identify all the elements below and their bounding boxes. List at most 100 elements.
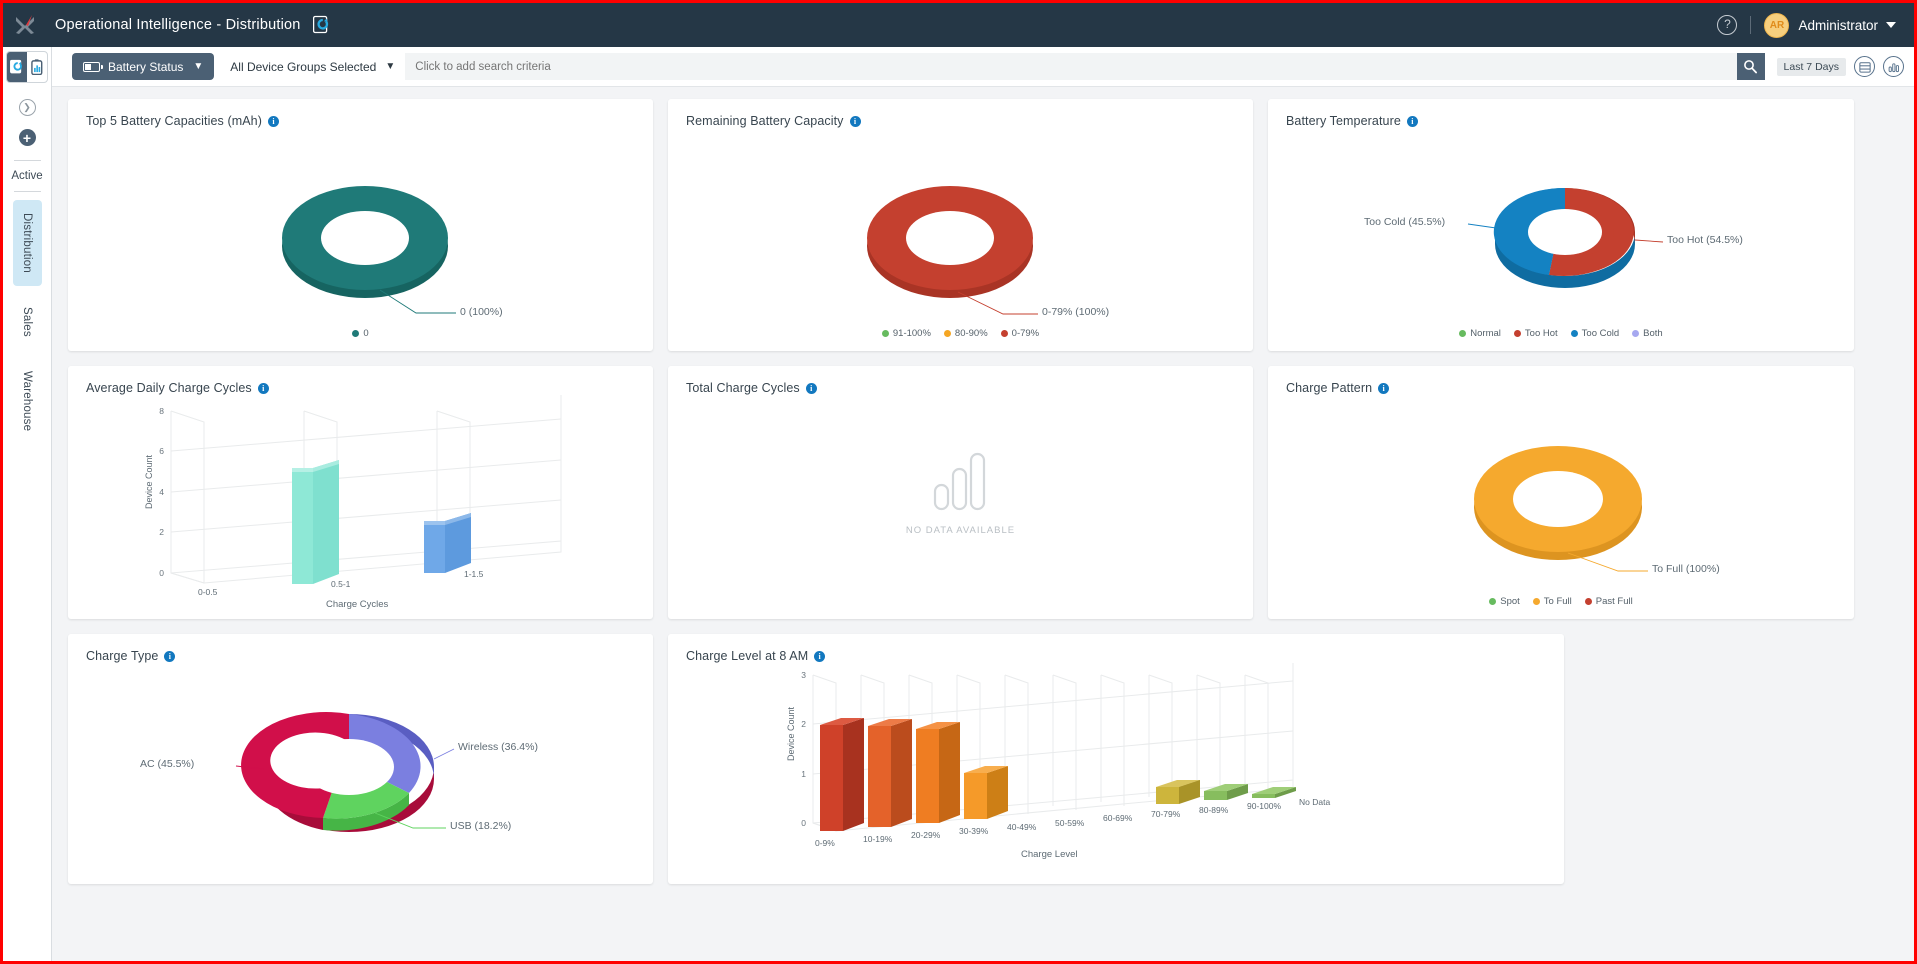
info-icon[interactable]: i (268, 115, 279, 127)
chevron-down-icon[interactable] (1886, 22, 1896, 28)
donut-chart-pattern[interactable]: To Full (100%) (1268, 395, 1854, 600)
card-title: Charge Pattern i (1268, 366, 1854, 395)
legend-item[interactable]: Both (1632, 328, 1663, 339)
no-data-placeholder: NO DATA AVAILABLE (668, 451, 1253, 536)
magnifier-icon (1744, 60, 1758, 74)
legend-item[interactable]: Normal (1459, 328, 1501, 339)
card-title-text: Battery Temperature (1286, 114, 1401, 128)
sidebar-item-label: Warehouse (21, 370, 33, 431)
donut-callout-too-hot: Too Hot (54.5%) (1667, 234, 1743, 246)
card-title-text: Average Daily Charge Cycles (86, 381, 252, 395)
card-charge-level-8am[interactable]: Charge Level at 8 AM i 3 2 1 0 0-9% 10-1… (668, 634, 1564, 884)
refresh-page-icon[interactable] (312, 15, 332, 35)
bar-chart-charge-level[interactable]: 3 2 1 0 0-9% 10-19% 20-29% 30-39% 40-49%… (668, 663, 1564, 868)
dashboard-row-2: Average Daily Charge Cycles i 8 6 4 2 0 … (68, 366, 1898, 619)
legend-item[interactable]: 0 (352, 328, 369, 339)
legend-label: 0 (363, 328, 369, 339)
sidebar-item-label: Sales (21, 306, 33, 337)
legend-color-swatch (1513, 330, 1521, 337)
info-icon[interactable]: i (164, 650, 176, 662)
legend-color-swatch (1489, 598, 1497, 605)
card-charge-type[interactable]: Charge Type i AC (45.5%) Wireless (36.4%… (68, 634, 653, 884)
search-bar: All Device Groups Selected ▼ (224, 53, 1765, 80)
y-axis-title: Device Count (786, 707, 796, 762)
svg-text:6: 6 (159, 446, 164, 456)
legend-color-swatch (1000, 330, 1008, 337)
svg-text:10-19%: 10-19% (863, 834, 893, 844)
sidebar-item-warehouse[interactable]: Warehouse (13, 358, 42, 444)
filter-toolbar: Battery Status ▼ All Device Groups Selec… (52, 47, 1914, 87)
info-icon[interactable]: i (849, 115, 861, 127)
date-range-chip[interactable]: Last 7 Days (1776, 57, 1846, 76)
legend-item[interactable]: Spot (1489, 596, 1520, 607)
donut-chart-top5[interactable]: 0 (100%) (68, 128, 653, 328)
card-title: Average Daily Charge Cycles i (68, 366, 653, 395)
card-title-text: Total Charge Cycles (686, 381, 800, 395)
info-icon[interactable]: i (805, 382, 817, 394)
card-remaining-battery-capacity[interactable]: Remaining Battery Capacity i 0-79% (100%… (668, 99, 1253, 351)
card-title-text: Remaining Battery Capacity (686, 114, 844, 128)
rail-view-toggle[interactable] (6, 51, 48, 83)
calendar-icon[interactable] (1854, 56, 1875, 77)
info-icon[interactable]: i (1406, 115, 1418, 127)
legend-item[interactable]: 91-100% (881, 328, 931, 339)
battery-chart-icon[interactable] (27, 52, 47, 82)
legend-item[interactable]: Past Full (1584, 596, 1633, 607)
legend-label: 0-79% (1011, 328, 1040, 339)
legend-label: 80-90% (954, 328, 988, 339)
device-groups-label: All Device Groups Selected (230, 59, 377, 74)
card-charge-pattern[interactable]: Charge Pattern i To Full (100%) Spot To … (1268, 366, 1854, 619)
help-icon[interactable]: ? (1717, 15, 1738, 35)
legend-color-swatch (352, 330, 360, 337)
dashboard-row-3: Charge Type i AC (45.5%) Wireless (36.4%… (68, 634, 1898, 884)
avatar[interactable]: AR (1764, 12, 1790, 38)
bar-chart-avg-cycles[interactable]: 8 6 4 2 0 0-0.5 0.5-1 1-1.5 Device Count… (68, 395, 653, 610)
dashboard-row-1: Top 5 Battery Capacities (mAh) i 0 (100%… (68, 99, 1898, 351)
legend-item[interactable]: Too Cold (1570, 328, 1619, 339)
info-icon[interactable]: i (257, 382, 269, 394)
donut-callout-wireless: Wireless (36.4%) (458, 741, 538, 753)
x-logo-icon[interactable] (3, 3, 47, 47)
legend-item[interactable]: Too Hot (1513, 328, 1558, 339)
sidebar-item-sales[interactable]: Sales (13, 294, 42, 350)
chevron-right-circle-icon[interactable]: ❯ (18, 99, 36, 116)
card-average-daily-charge-cycles[interactable]: Average Daily Charge Cycles i 8 6 4 2 0 … (68, 366, 653, 619)
card-title: Battery Temperature i (1268, 99, 1854, 128)
rail-divider-bottom (13, 191, 41, 192)
legend-item[interactable]: 80-90% (943, 328, 988, 339)
donut-chart-remaining[interactable]: 0-79% (100%) (668, 128, 1253, 328)
card-title: Total Charge Cycles i (668, 366, 1253, 395)
donut-chart-temperature[interactable]: Too Cold (45.5%) Too Hot (54.5%) (1268, 128, 1854, 328)
svg-text:70-79%: 70-79% (1151, 809, 1181, 819)
dashboard-refresh-icon[interactable] (7, 52, 27, 82)
plus-circle-icon[interactable]: + (18, 129, 36, 146)
legend-item[interactable]: 0-79% (1000, 328, 1040, 339)
svg-text:60-69%: 60-69% (1103, 813, 1133, 823)
battery-status-dropdown[interactable]: Battery Status ▼ (72, 53, 215, 80)
legend-label: To Full (1543, 596, 1572, 607)
card-title-text: Charge Pattern (1286, 381, 1373, 395)
sidebar-item-label: Distribution (21, 213, 33, 273)
active-section-label: Active (11, 170, 43, 182)
legend-color-swatch (943, 330, 951, 337)
card-battery-temperature[interactable]: Battery Temperature i Too Cold (45.5%) T… (1268, 99, 1854, 351)
sidebar-item-distribution[interactable]: Distribution (12, 200, 42, 286)
header-divider (1750, 16, 1752, 34)
header-right-controls: ? AR Administrator (1717, 3, 1914, 47)
bar-chart-icon[interactable] (1883, 56, 1904, 77)
card-total-charge-cycles[interactable]: Total Charge Cycles i NO DATA AVAILABLE (668, 366, 1253, 619)
card-top5-battery-capacities[interactable]: Top 5 Battery Capacities (mAh) i 0 (100%… (68, 99, 653, 351)
legend-color-swatch (1570, 330, 1578, 337)
legend-color-swatch (1584, 598, 1592, 605)
search-button[interactable] (1736, 53, 1765, 80)
device-groups-dropdown[interactable]: All Device Groups Selected ▼ (224, 53, 406, 80)
search-input[interactable] (405, 53, 1737, 80)
donut-chart-charge-type[interactable]: AC (45.5%) Wireless (36.4%) USB (18.2%) (68, 663, 653, 868)
legend-label: 91-100% (892, 328, 931, 339)
info-icon[interactable]: i (814, 650, 826, 662)
info-icon[interactable]: i (1378, 382, 1390, 394)
legend-item[interactable]: To Full (1532, 596, 1572, 607)
battery-icon (83, 61, 103, 72)
legend-color-swatch (881, 330, 889, 337)
svg-text:2: 2 (159, 527, 164, 537)
